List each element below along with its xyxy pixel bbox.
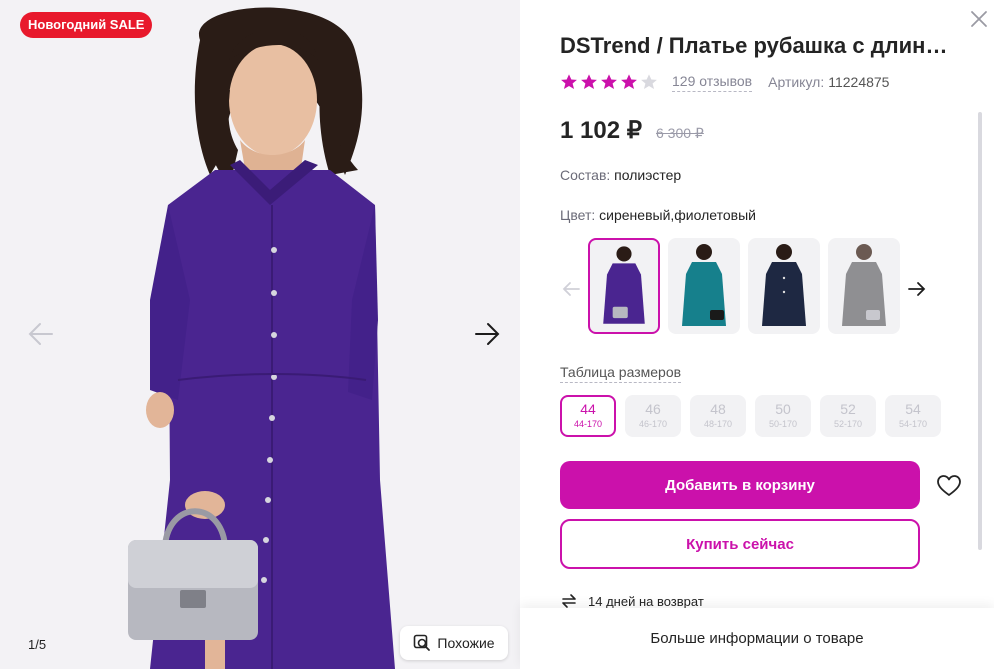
size-number: 48 bbox=[710, 401, 726, 417]
old-price: 6 300 ₽ bbox=[656, 125, 704, 141]
star-icon bbox=[621, 74, 637, 90]
article-label: Артикул: bbox=[768, 74, 825, 90]
size-sub: 48-170 bbox=[703, 419, 733, 429]
product-details-panel: DSTrend / Платье рубашка с длинным рукав… bbox=[520, 0, 994, 669]
buy-now-button[interactable]: Купить сейчас bbox=[560, 519, 920, 569]
star-icon bbox=[601, 74, 617, 90]
size-option-48[interactable]: 48 48-170 bbox=[690, 395, 746, 437]
current-price: 1 102 ₽ bbox=[560, 117, 642, 144]
color-variants bbox=[560, 238, 940, 338]
rating-row: 129 отзывов Артикул: 11224875 bbox=[560, 72, 889, 92]
size-option-52[interactable]: 52 52-170 bbox=[820, 395, 876, 437]
close-icon[interactable] bbox=[970, 10, 988, 28]
variant-photo bbox=[762, 244, 806, 326]
star-icon bbox=[561, 74, 577, 90]
color-variant-purple[interactable] bbox=[588, 238, 660, 334]
color-label: Цвет: bbox=[560, 207, 596, 223]
size-option-46[interactable]: 46 46-170 bbox=[625, 395, 681, 437]
size-number: 54 bbox=[905, 401, 921, 417]
more-info-button[interactable]: Больше информации о товаре bbox=[520, 608, 994, 669]
rating-stars bbox=[560, 73, 658, 91]
star-icon bbox=[581, 74, 597, 90]
product-title[interactable]: DSTrend / Платье рубашка с длинным рукав… bbox=[560, 33, 960, 59]
color-value: сиреневый,фиолетовый bbox=[599, 207, 756, 223]
color-variant-gray[interactable] bbox=[828, 238, 900, 334]
heart-icon[interactable] bbox=[936, 474, 962, 498]
size-option-54[interactable]: 54 54-170 bbox=[885, 395, 941, 437]
arrow-left-icon[interactable] bbox=[560, 278, 582, 300]
composition-value: полиэстер bbox=[614, 167, 682, 183]
color-variant-navy[interactable] bbox=[748, 238, 820, 334]
composition-label: Состав: bbox=[560, 167, 611, 183]
price-row: 1 102 ₽ 6 300 ₽ bbox=[560, 116, 704, 145]
color-spec: Цвет: сиреневый,фиолетовый bbox=[560, 207, 756, 223]
variant-photo bbox=[603, 246, 645, 324]
arrow-right-icon[interactable] bbox=[472, 318, 504, 350]
size-sub: 54-170 bbox=[898, 419, 928, 429]
size-option-44[interactable]: 44 44-170 bbox=[560, 395, 616, 437]
size-number: 44 bbox=[580, 401, 596, 417]
composition-spec: Состав: полиэстер bbox=[560, 167, 681, 183]
size-sub: 52-170 bbox=[833, 419, 863, 429]
add-to-cart-button[interactable]: Добавить в корзину bbox=[560, 461, 920, 509]
size-number: 52 bbox=[840, 401, 856, 417]
size-sub: 50-170 bbox=[768, 419, 798, 429]
article-value: 11224875 bbox=[828, 74, 890, 90]
scrollbar[interactable] bbox=[978, 112, 982, 550]
similar-button[interactable]: Похожие bbox=[400, 626, 508, 660]
product-gallery[interactable]: Новогодний SALE 1/5 Похожие bbox=[0, 0, 520, 669]
size-sub: 44-170 bbox=[573, 419, 603, 429]
star-icon bbox=[641, 74, 657, 90]
size-sub: 46-170 bbox=[638, 419, 668, 429]
product-photo bbox=[0, 0, 520, 669]
variant-photo bbox=[842, 244, 886, 326]
return-label: 14 дней на возврат bbox=[588, 593, 704, 609]
similar-label: Похожие bbox=[437, 635, 495, 651]
sale-badge: Новогодний SALE bbox=[20, 12, 153, 38]
image-counter: 1/5 bbox=[28, 637, 47, 652]
size-option-50[interactable]: 50 50-170 bbox=[755, 395, 811, 437]
variant-photo bbox=[682, 244, 726, 326]
arrow-right-icon[interactable] bbox=[906, 278, 928, 300]
search-image-icon bbox=[414, 634, 431, 651]
size-selector: 44 44-170 46 46-170 48 48-170 50 50-170 … bbox=[560, 395, 941, 437]
size-number: 46 bbox=[645, 401, 661, 417]
color-variant-teal[interactable] bbox=[668, 238, 740, 334]
size-table-link[interactable]: Таблица размеров bbox=[560, 364, 682, 383]
reviews-link[interactable]: 129 отзывов bbox=[672, 73, 753, 92]
arrow-left-icon[interactable] bbox=[24, 318, 56, 350]
product-quick-view-modal: Новогодний SALE 1/5 Похожие DSTrend / Пл… bbox=[0, 0, 994, 669]
size-number: 50 bbox=[775, 401, 791, 417]
